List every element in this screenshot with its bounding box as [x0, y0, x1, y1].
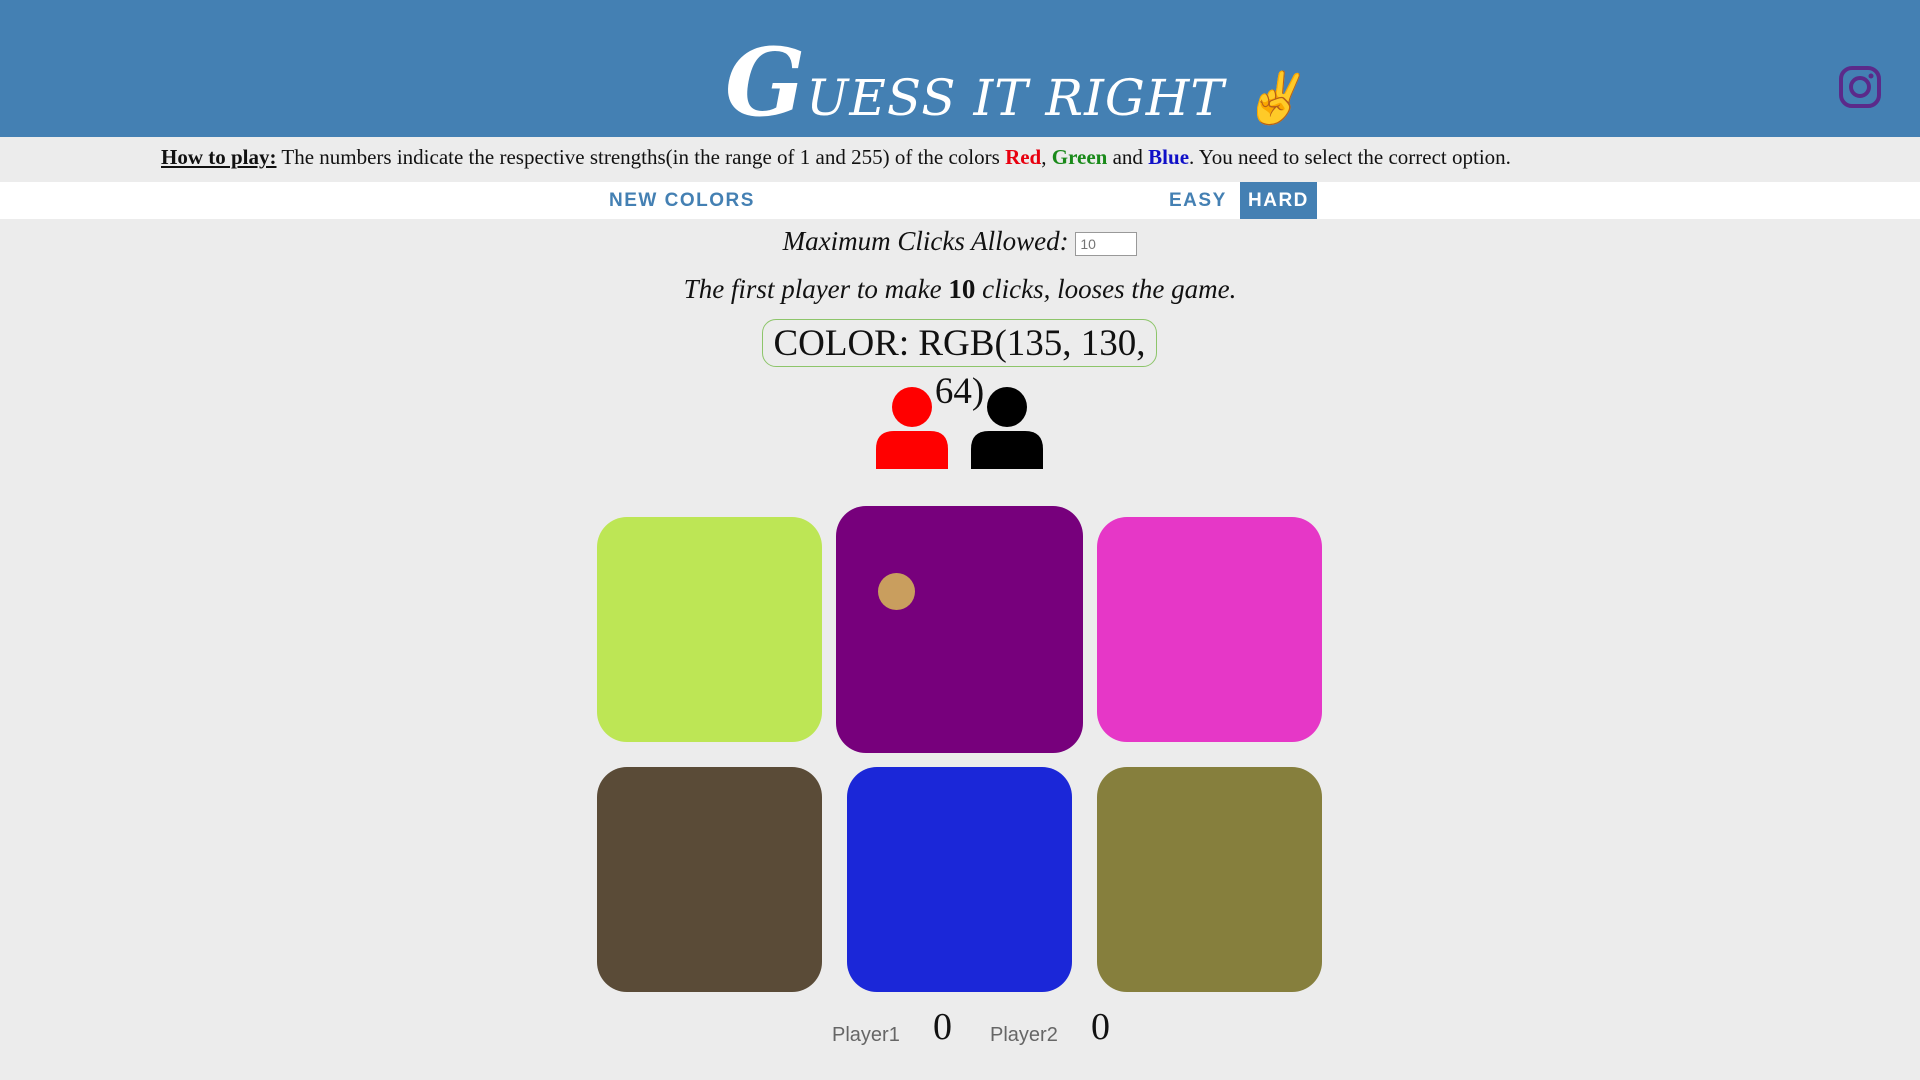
rule-before: The first player to make [683, 274, 949, 304]
color-tile-4[interactable] [597, 767, 822, 992]
player1-score: 0 [933, 1006, 952, 1048]
easy-button[interactable]: Easy [1169, 182, 1227, 219]
player2-score: 0 [1091, 1006, 1110, 1048]
player2-user-icon [971, 387, 1043, 469]
player2-label: Player2 [990, 1024, 1058, 1046]
how-to-play-text-b: . You need to select the correct option. [1189, 145, 1511, 169]
blue-word: Blue [1148, 145, 1190, 169]
how-to-play-label: How to play: [161, 145, 277, 169]
color-tile-5[interactable] [847, 767, 1072, 992]
rule-text: The first player to make 10 clicks, loos… [0, 274, 1920, 305]
game-title: GUESS IT RIGHT ✌ [725, 28, 1305, 138]
red-word: Red [1005, 145, 1042, 169]
nav-bar: New Colors Easy Hard [0, 182, 1920, 219]
color-tile-6[interactable] [1097, 767, 1322, 992]
color-tile-1[interactable] [597, 517, 822, 742]
header-bar: GUESS IT RIGHT ✌ [0, 0, 1920, 138]
sep-2: and [1107, 145, 1149, 169]
color-tile-2[interactable] [836, 506, 1083, 753]
max-clicks-input[interactable] [1075, 231, 1138, 256]
selection-marker [878, 573, 915, 610]
green-word: Green [1051, 145, 1108, 169]
sep-1: , [1041, 145, 1052, 169]
new-colors-button[interactable]: New Colors [609, 182, 755, 219]
max-clicks-label: Maximum Clicks Allowed: [782, 226, 1069, 256]
player1-user-icon [876, 387, 948, 469]
how-to-play: How to play: The numbers indicate the re… [161, 145, 1511, 170]
color-tile-3[interactable] [1097, 517, 1322, 742]
title-rest: UESS IT RIGHT [806, 69, 1225, 127]
max-clicks-row: Maximum Clicks Allowed: [0, 226, 1920, 257]
hard-button[interactable]: Hard [1240, 182, 1317, 219]
instagram-icon[interactable] [1838, 65, 1882, 109]
rule-count: 10 [948, 274, 976, 304]
target-color-display: COLOR: RGB(135, 130, 64) [762, 319, 1157, 412]
rule-after: clicks, looses the game. [975, 274, 1237, 304]
player1-label: Player1 [832, 1024, 900, 1046]
peace-icon: ✌ [1241, 69, 1305, 127]
title-initial: G [725, 28, 807, 138]
how-to-play-text-a: The numbers indicate the respective stre… [276, 145, 1006, 169]
